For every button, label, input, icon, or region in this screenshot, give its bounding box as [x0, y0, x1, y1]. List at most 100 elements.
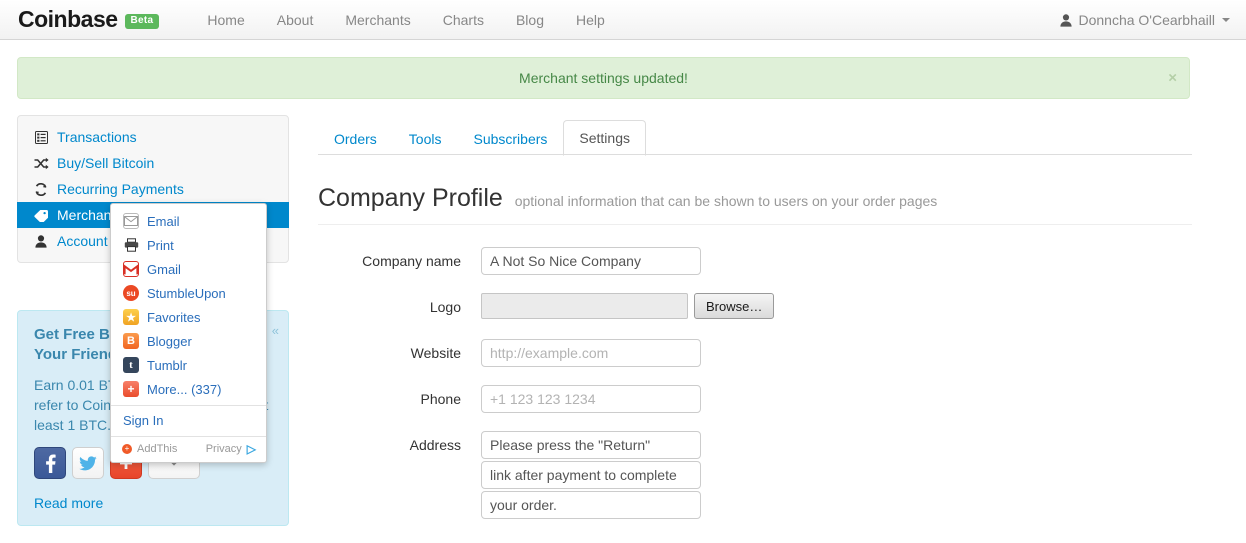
address-line2-input[interactable] [481, 461, 701, 489]
print-icon [123, 237, 139, 253]
gmail-icon [123, 261, 139, 277]
addthis-item-label: Favorites [147, 310, 200, 325]
top-navbar: Coinbase Beta Home About Merchants Charts… [0, 0, 1246, 40]
email-icon [123, 213, 139, 229]
company-profile-form: Company name Logo Browse… Website Phone … [318, 247, 1192, 519]
tabs-divider [318, 154, 1192, 155]
tumblr-icon: t [123, 357, 139, 373]
chevron-down-icon [1222, 18, 1230, 22]
addthis-privacy-label: Privacy [206, 443, 242, 455]
address-line1-input[interactable] [481, 431, 701, 459]
logo-file-picker: Browse… [481, 293, 774, 319]
sidebar-item-label: Recurring Payments [57, 181, 184, 197]
website-label: Website [318, 339, 481, 367]
addthis-item-label: More... (337) [147, 382, 221, 397]
page-title: Company Profile [318, 184, 503, 212]
nav-link-help[interactable]: Help [560, 0, 621, 40]
nav-link-about[interactable]: About [261, 0, 330, 40]
main-content: Orders Tools Subscribers Settings Compan… [318, 118, 1192, 537]
brand-logo[interactable]: Coinbase Beta [18, 8, 159, 31]
sidebar-item-label: Buy/Sell Bitcoin [57, 155, 154, 171]
addthis-brand-label: AddThis [137, 443, 177, 455]
brand-name: Coinbase [18, 6, 118, 32]
form-row-website: Website [318, 339, 1192, 367]
addthis-item-label: StumbleUpon [147, 286, 226, 301]
addthis-item-gmail[interactable]: Gmail [111, 257, 266, 281]
refresh-icon [32, 183, 50, 196]
address-fields [481, 431, 701, 519]
addthis-item-label: Gmail [147, 262, 181, 277]
addthis-item-label: Print [147, 238, 174, 253]
addthis-brand: + AddThis [122, 443, 177, 455]
twitter-share-button[interactable] [72, 447, 104, 479]
form-row-logo: Logo Browse… [318, 293, 1192, 321]
blogger-icon: B [123, 333, 139, 349]
addthis-sign-in[interactable]: Sign In [111, 405, 266, 436]
addthis-item-print[interactable]: Print [111, 233, 266, 257]
stumbleupon-icon: su [123, 285, 139, 301]
address-line3-input[interactable] [481, 491, 701, 519]
addthis-item-label: Email [147, 214, 180, 229]
nav-link-blog[interactable]: Blog [500, 0, 560, 40]
addthis-footer: + AddThis Privacy ▷ [111, 436, 266, 462]
addthis-service-list: Email Print Gmail su StumbleUpon ★ [111, 204, 266, 405]
tab-orders[interactable]: Orders [318, 121, 393, 156]
website-input[interactable] [481, 339, 701, 367]
addthis-item-blogger[interactable]: B Blogger [111, 329, 266, 353]
browse-button[interactable]: Browse… [694, 293, 774, 319]
tab-settings[interactable]: Settings [563, 120, 646, 156]
form-row-phone: Phone [318, 385, 1192, 413]
primary-nav: Home About Merchants Charts Blog Help [191, 0, 620, 40]
shuffle-icon [32, 157, 50, 170]
user-menu[interactable]: Donncha O'Cearbhaill [1060, 0, 1230, 40]
form-row-company-name: Company name [318, 247, 1192, 275]
addthis-item-label: Tumblr [147, 358, 187, 373]
user-name: Donncha O'Cearbhaill [1078, 12, 1215, 28]
user-icon [32, 235, 50, 248]
company-name-label: Company name [318, 247, 481, 275]
tab-tools[interactable]: Tools [393, 121, 458, 156]
sidebar-item-transactions[interactable]: Transactions [18, 124, 288, 150]
phone-label: Phone [318, 385, 481, 413]
address-label: Address [318, 431, 481, 459]
form-row-address: Address [318, 431, 1192, 519]
tab-subscribers[interactable]: Subscribers [457, 121, 563, 156]
sidebar-item-label: Account [57, 233, 108, 249]
phone-input[interactable] [481, 385, 701, 413]
company-name-input[interactable] [481, 247, 701, 275]
merchant-tabs: Orders Tools Subscribers Settings [318, 118, 1192, 155]
addthis-share-popup: Email Print Gmail su StumbleUpon ★ [110, 203, 267, 463]
collapse-icon[interactable]: « [272, 323, 279, 338]
beta-badge: Beta [125, 14, 160, 29]
sidebar-item-label: Transactions [57, 129, 137, 145]
alert-message: Merchant settings updated! [519, 70, 688, 86]
favorites-icon: ★ [123, 309, 139, 325]
addthis-item-more[interactable]: + More... (337) [111, 377, 266, 401]
addthis-item-email[interactable]: Email [111, 209, 266, 233]
addthis-item-label: Blogger [147, 334, 192, 349]
sidebar-item-buy-sell-bitcoin[interactable]: Buy/Sell Bitcoin [18, 150, 288, 176]
user-icon [1060, 14, 1072, 27]
list-icon [32, 131, 50, 144]
read-more-link[interactable]: Read more [34, 495, 272, 511]
logo-label: Logo [318, 293, 481, 321]
addthis-privacy-link[interactable]: Privacy ▷ [206, 442, 256, 456]
page-root: Coinbase Beta Home About Merchants Charts… [0, 0, 1246, 543]
addthis-item-favorites[interactable]: ★ Favorites [111, 305, 266, 329]
page-subtitle: optional information that can be shown t… [515, 193, 938, 209]
nav-link-merchants[interactable]: Merchants [329, 0, 426, 40]
logo-file-input[interactable] [481, 293, 688, 319]
more-icon: + [123, 381, 139, 397]
addthis-item-stumbleupon[interactable]: su StumbleUpon [111, 281, 266, 305]
close-icon[interactable]: × [1168, 70, 1177, 87]
facebook-share-button[interactable] [34, 447, 66, 479]
play-icon: ▷ [247, 442, 256, 456]
nav-link-home[interactable]: Home [191, 0, 260, 40]
section-header: Company Profile optional information tha… [318, 184, 1192, 225]
sidebar-item-recurring-payments[interactable]: Recurring Payments [18, 176, 288, 202]
tag-icon [32, 209, 50, 222]
nav-link-charts[interactable]: Charts [427, 0, 500, 40]
addthis-logo-icon: + [122, 444, 132, 454]
status-alert: Merchant settings updated! × [17, 57, 1190, 99]
addthis-item-tumblr[interactable]: t Tumblr [111, 353, 266, 377]
